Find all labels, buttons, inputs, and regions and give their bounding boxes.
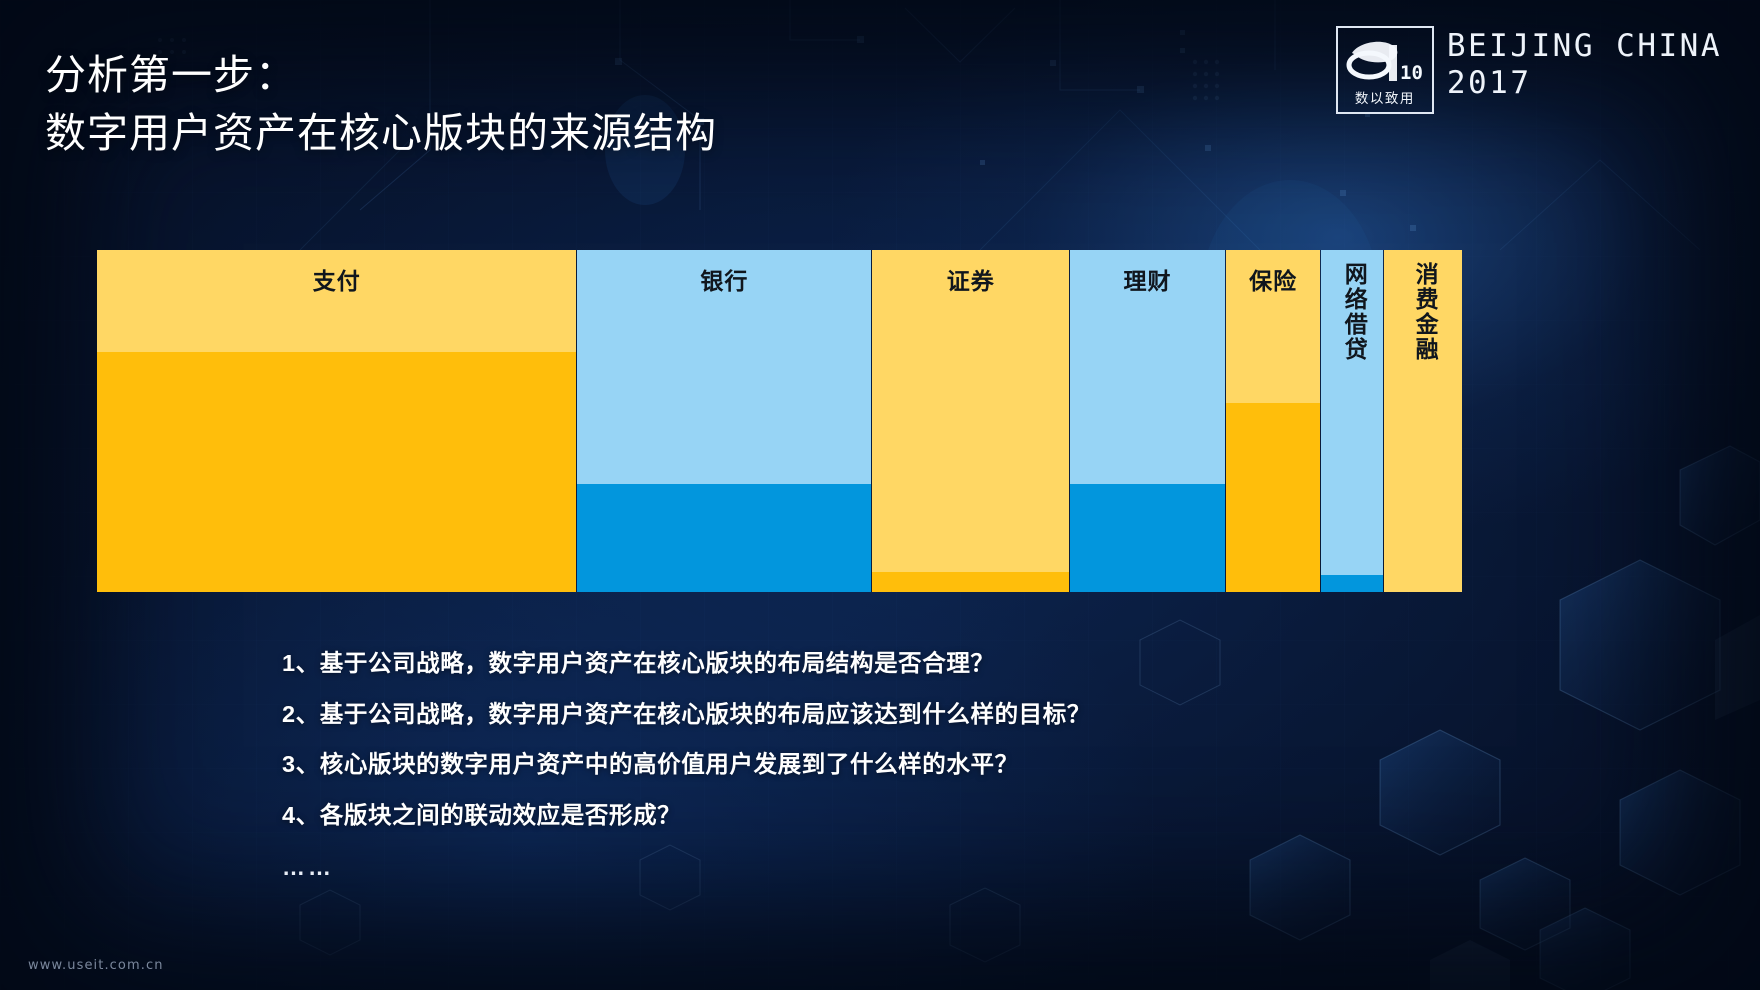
chart-column-label: 保险 [1249,268,1298,294]
chart-segment-dark [1070,483,1225,592]
logo-badge: 10 数以致用 [1335,26,1434,114]
chart-column-label: 网络借贷 [1341,262,1368,362]
page-title-line1: 分析第一步： [45,52,297,98]
svg-text:10: 10 [1400,62,1423,84]
page-title-line2: 数字用户资产在核心版块的来源结构 [45,110,717,157]
question-item: 1、基于公司战略，数字用户资产在核心版块的布局结构是否合理？ [282,650,995,676]
chart-segment-light [872,250,1070,573]
logo-year: 2017 [1446,64,1532,101]
chart-segment-dark [872,572,1070,592]
chart-column-label: 银行 [700,268,749,294]
chart-column: 银行 [577,250,873,592]
chart-column-label: 证券 [946,268,995,294]
logo-city: BEIJING CHINA [1446,28,1722,64]
chart-column: 证券 [872,250,1071,592]
question-list: 1、基于公司战略，数字用户资产在核心版块的布局结构是否合理？ 2、基于公司战略，数… [282,650,1432,881]
chart-segment-dark [97,351,577,592]
chart-column: 理财 [1070,250,1226,592]
chart-column-label: 理财 [1123,268,1172,294]
question-item: 4、各版块之间的联动效应是否形成？ [282,801,682,828]
chart-column: 网络借贷 [1321,250,1385,592]
chart-segment-dark [1225,403,1321,592]
chart-segment-dark [577,483,872,592]
site-watermark: www.useit.com.cn [28,958,164,973]
logo-event-text: BEIJING CHINA 2017 [1447,26,1722,101]
chart-column-label: 消费金融 [1412,262,1439,362]
event-logo: 10 数以致用 BEIJING CHINA 2017 [1335,26,1722,114]
question-item: 3、核心版块的数字用户资产中的高价值用户发展到了什么样的水平？ [282,751,1019,777]
chart-column: 保险 [1225,250,1322,592]
question-item: 2、基于公司战略，数字用户资产在核心版块的布局应该达到什么样的目标？ [282,700,1091,727]
chart-column: 消费金融 [1384,250,1462,592]
chart-segment-dark [1321,574,1384,592]
page-title: 分析第一步： 数字用户资产在核心版块的来源结构 [45,46,945,162]
marimekko-chart: 支付 银行 证券 理财 保险 网络借贷 消费金融 [97,250,1462,592]
chart-column: 支付 [97,250,578,592]
logo-a10-icon: 10 [1338,28,1432,93]
logo-slogan: 数以致用 [1354,90,1415,107]
chart-column-label: 支付 [312,268,361,294]
question-ellipsis: …… [282,854,334,880]
